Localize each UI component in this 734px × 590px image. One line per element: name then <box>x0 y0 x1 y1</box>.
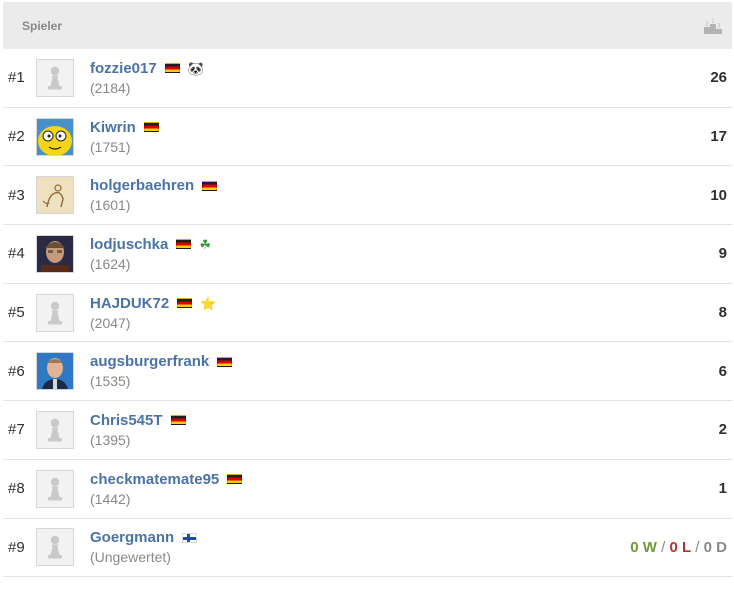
rank: #3 <box>8 186 25 204</box>
finland-flag-icon <box>182 532 198 543</box>
rank: #1 <box>8 69 25 87</box>
score: 10 <box>710 186 727 204</box>
player-rating: (1535) <box>90 373 131 390</box>
score: 2 <box>718 421 727 439</box>
separator: / <box>656 538 670 556</box>
leaderboard-header: Spieler 1 2 3 <box>3 2 732 49</box>
player-rating: (1624) <box>90 255 131 272</box>
shamrock-icon: ☘ <box>199 236 212 252</box>
player-row-5: #5 HAJDUK72 ⭐ (2047) 8 <box>3 284 732 343</box>
avatar[interactable] <box>36 176 74 215</box>
player-name-link[interactable]: fozzie017 <box>90 60 157 77</box>
score: 17 <box>710 128 727 146</box>
win-loss-draw: 0 W / 0 L / 0 D <box>630 539 727 556</box>
player-rating: (1601) <box>90 197 131 214</box>
germany-flag-icon <box>202 180 218 191</box>
leaderboard: Spieler 1 2 3 #1 fozzie017 🐼 (2184) 26 #… <box>3 2 732 578</box>
rank: #6 <box>8 362 25 380</box>
germany-flag-icon <box>177 298 193 309</box>
score: 9 <box>718 245 727 263</box>
player-row-7: #7 Chris545T (1395) 2 <box>3 401 732 460</box>
germany-flag-icon <box>170 415 186 426</box>
rank: #4 <box>8 245 25 263</box>
avatar[interactable] <box>36 234 74 273</box>
player-row-3: #3 holgerbaehren (1601) 10 <box>3 166 732 226</box>
avatar[interactable] <box>36 528 74 567</box>
rank: #9 <box>8 538 25 556</box>
player-rating: (1395) <box>90 431 131 448</box>
player-name-link[interactable]: HAJDUK72 <box>90 295 169 312</box>
avatar[interactable] <box>36 293 74 332</box>
podium-icon: 1 2 3 <box>704 18 722 34</box>
svg-text:1: 1 <box>711 18 714 24</box>
player-rating: (2184) <box>90 79 131 96</box>
score: 8 <box>718 304 727 322</box>
player-name-link[interactable]: Goergmann <box>90 529 174 546</box>
player-rating: (2047) <box>90 314 131 331</box>
germany-flag-icon <box>227 474 243 485</box>
wins-count: 0 W <box>630 538 657 556</box>
player-rating: (1751) <box>90 138 131 155</box>
germany-flag-icon <box>164 63 180 74</box>
avatar[interactable] <box>36 352 74 391</box>
rank: #7 <box>8 421 25 439</box>
player-row-1: #1 fozzie017 🐼 (2184) 26 <box>3 49 732 108</box>
rank: #8 <box>8 480 25 498</box>
score: 26 <box>710 69 727 87</box>
avatar[interactable] <box>36 410 74 449</box>
player-row-6: #6 augsburgerfrank (1535) 6 <box>3 342 732 402</box>
avatar[interactable] <box>36 58 74 97</box>
player-name-link[interactable]: holgerbaehren <box>90 177 194 194</box>
avatar[interactable] <box>36 117 74 156</box>
player-name-link[interactable]: augsburgerfrank <box>90 353 209 370</box>
player-name-link[interactable]: lodjuschka <box>90 236 168 253</box>
player-rating: (1442) <box>90 490 131 507</box>
panda-icon: 🐼 <box>187 60 204 76</box>
svg-text:3: 3 <box>717 23 720 29</box>
player-name-link[interactable]: checkmatemate95 <box>90 471 219 488</box>
player-name-link[interactable]: Kiwrin <box>90 119 136 136</box>
score: 6 <box>718 362 727 380</box>
draws-count: 0 D <box>703 538 727 556</box>
germany-flag-icon <box>143 122 159 133</box>
svg-text:2: 2 <box>705 21 708 27</box>
score: 1 <box>718 480 727 498</box>
player-row-4: #4 lodjuschka ☘ (1624) 9 <box>3 225 732 284</box>
star-icon: ⭐ <box>200 295 217 311</box>
rank: #2 <box>8 128 25 146</box>
player-row-8: #8 checkmatemate95 (1442) 1 <box>3 460 732 519</box>
avatar[interactable] <box>36 469 74 508</box>
player-name-link[interactable]: Chris545T <box>90 412 163 429</box>
losses-count: 0 L <box>669 538 692 556</box>
player-column-header: Spieler <box>22 18 63 33</box>
germany-flag-icon <box>217 356 233 367</box>
player-row-2: #2 Kiwrin (1751) 17 <box>3 108 732 167</box>
germany-flag-icon <box>176 239 192 250</box>
separator: / <box>691 538 704 556</box>
rank: #5 <box>8 304 25 322</box>
player-row-9: #9 Goergmann (Ungewertet) 0 W / 0 L / 0 … <box>3 519 732 578</box>
